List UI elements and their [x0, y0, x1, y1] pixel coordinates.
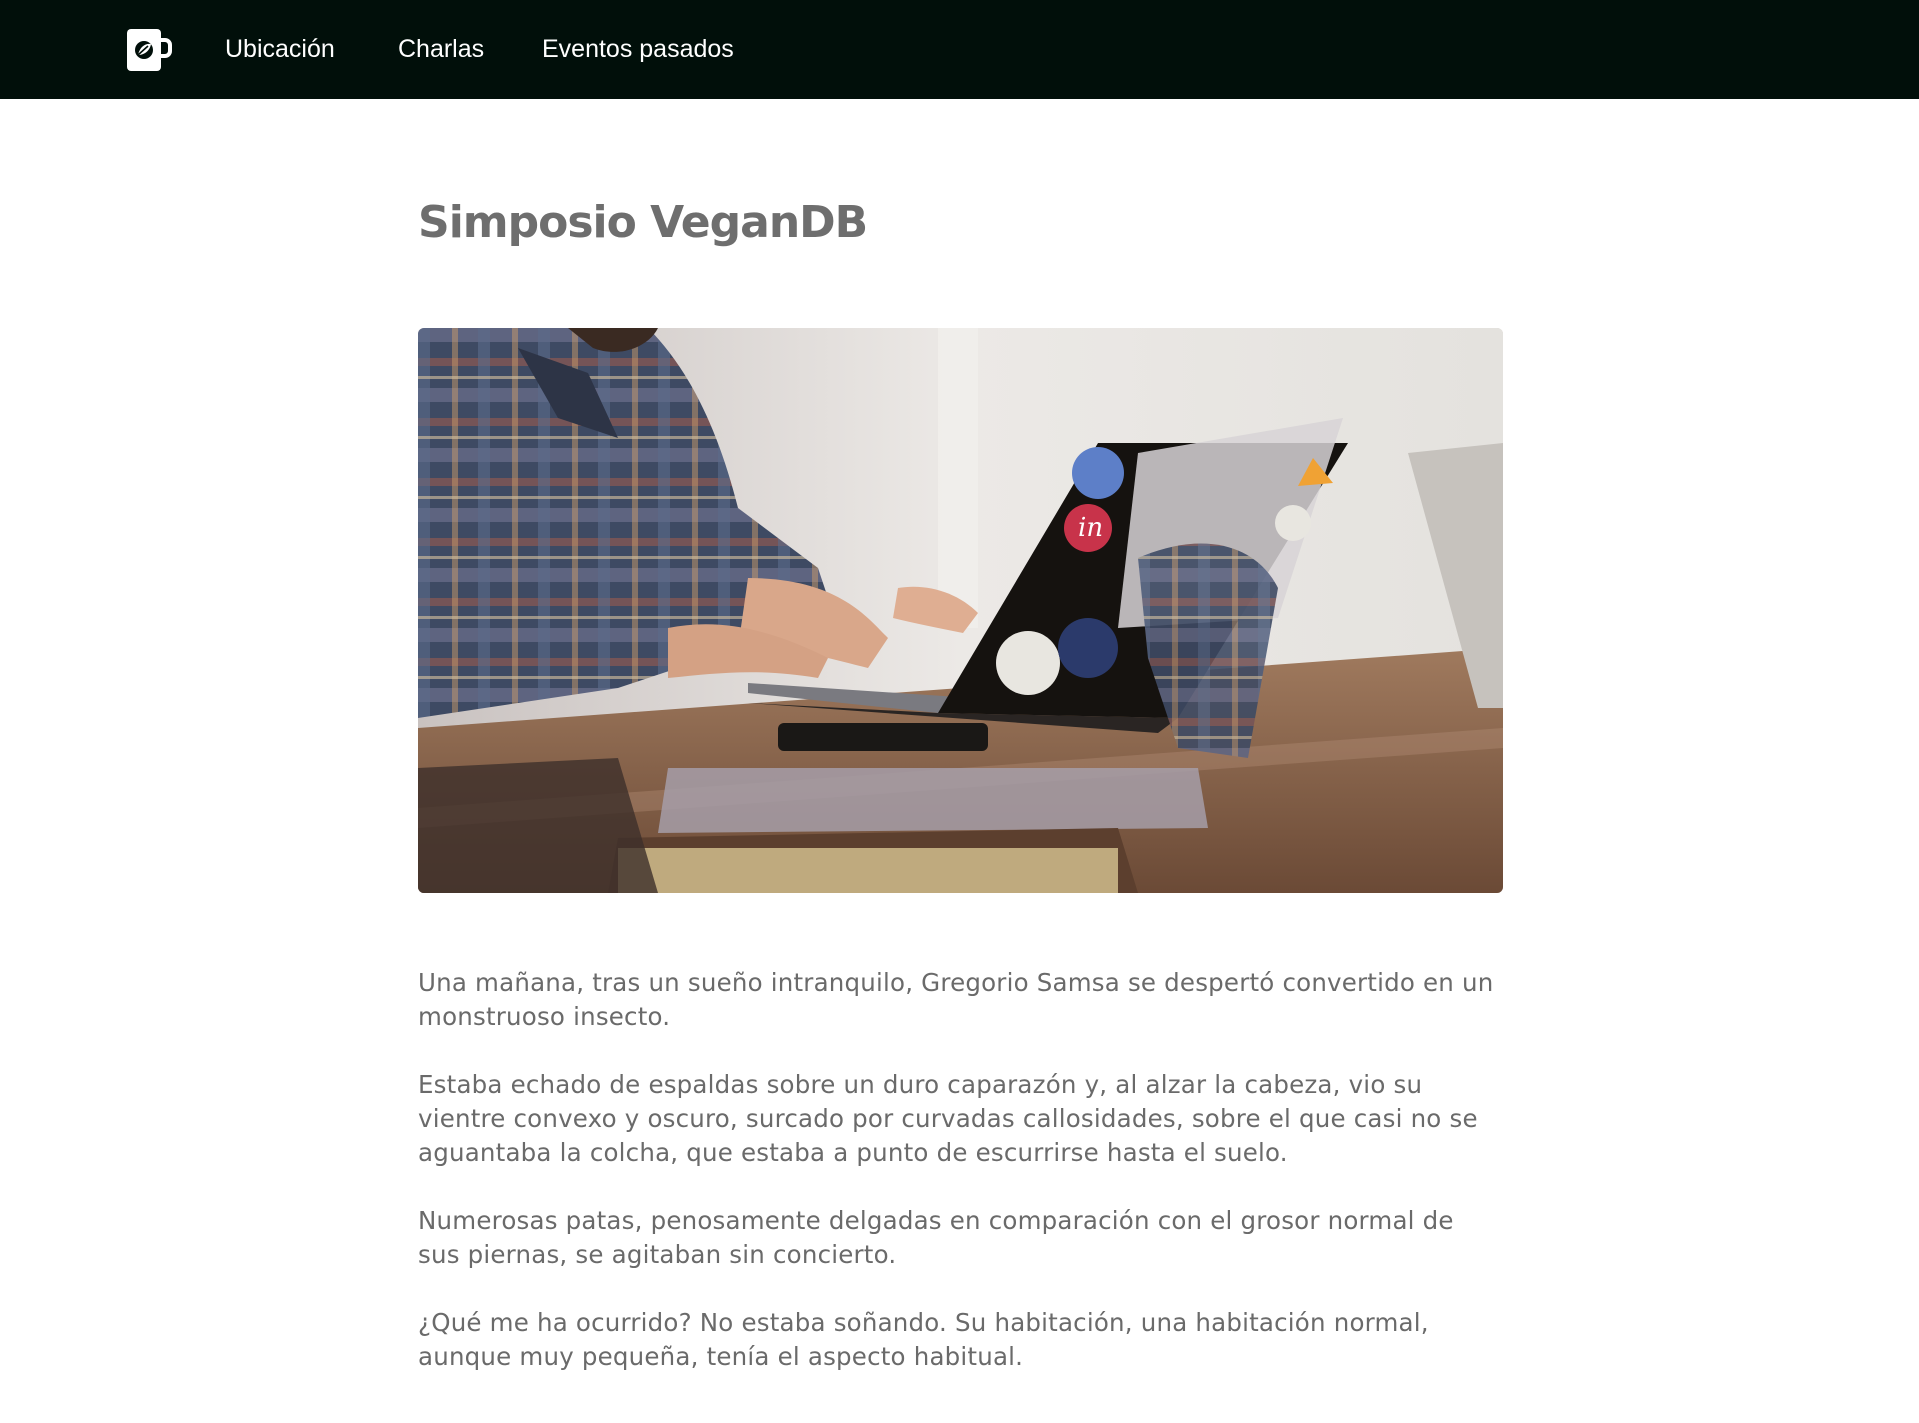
hero-image: in: [418, 328, 1503, 893]
nav-link-eventos-pasados[interactable]: Eventos pasados: [542, 32, 734, 66]
page-title: Simposio VeganDB: [418, 197, 868, 248]
paragraph: Una mañana, tras un sueño intranquilo, G…: [418, 968, 1494, 1031]
top-navigation-bar: Ubicación Charlas Eventos pasados: [0, 0, 1919, 99]
nav-link-ubicacion[interactable]: Ubicación: [225, 32, 335, 66]
article-body: Una mañana, tras un sueño intranquilo, G…: [418, 966, 1503, 1408]
paragraph: Estaba echado de espaldas sobre un duro …: [418, 1070, 1478, 1167]
svg-text:in: in: [1078, 513, 1103, 543]
mug-leaf-logo-icon[interactable]: [126, 28, 172, 72]
nav-link-charlas[interactable]: Charlas: [398, 32, 484, 66]
paragraph: Numerosas patas, penosamente delgadas en…: [418, 1206, 1454, 1269]
paragraph: ¿Qué me ha ocurrido? No estaba soñando. …: [418, 1308, 1429, 1371]
